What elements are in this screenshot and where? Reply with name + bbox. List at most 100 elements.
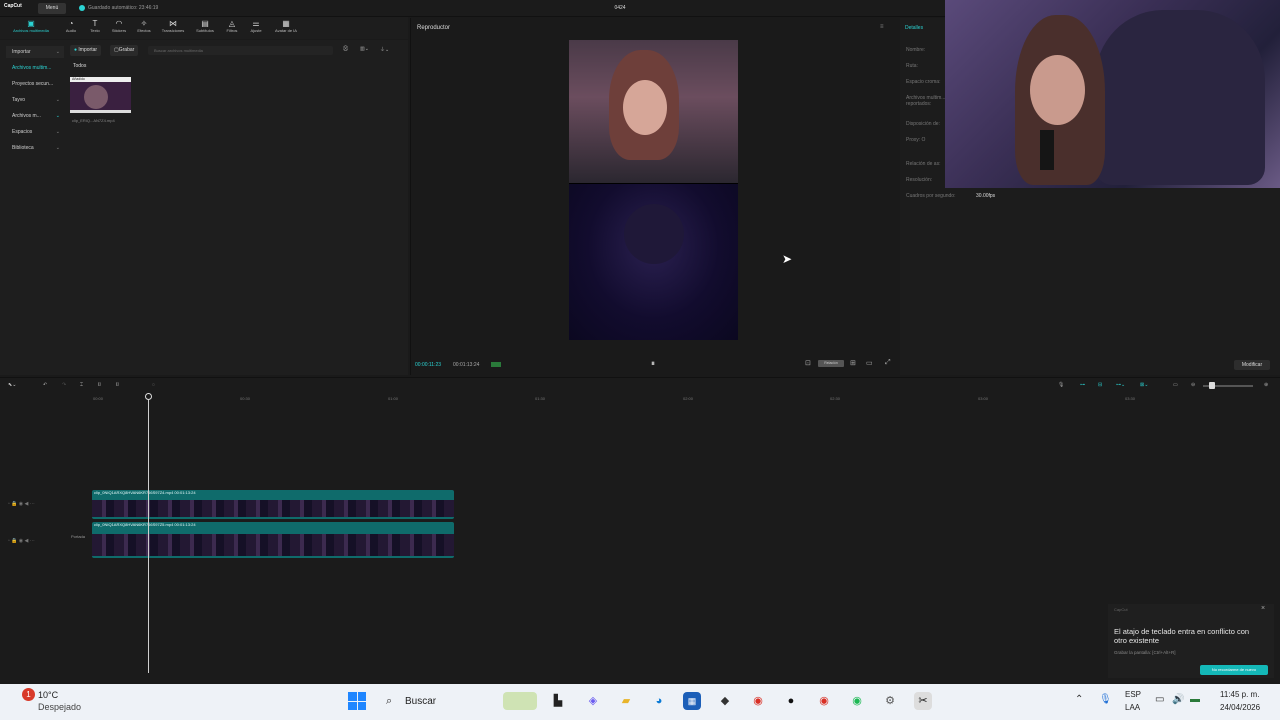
clock-time[interactable]: 11:45 p. m. bbox=[1220, 690, 1259, 699]
chevron-up-icon[interactable]: ⌃ bbox=[1075, 694, 1083, 705]
import-button[interactable]: ● Importar bbox=[70, 45, 102, 56]
sort-icon[interactable]: ⛒ bbox=[343, 46, 348, 52]
ruler-tick: 02:00 bbox=[683, 396, 694, 401]
avatar-icon: ▦ bbox=[282, 19, 290, 28]
marker-icon[interactable]: ◌ bbox=[152, 382, 155, 388]
spotify-icon[interactable]: ◉ bbox=[848, 692, 866, 710]
text-icon: T bbox=[92, 19, 98, 28]
taskbar-search[interactable]: Buscar bbox=[405, 696, 436, 707]
playhead[interactable] bbox=[148, 393, 149, 673]
clock-date[interactable]: 24/04/2026 bbox=[1220, 703, 1260, 712]
settings-icon[interactable]: ⚙ bbox=[881, 692, 899, 710]
select-tool-icon[interactable]: ⬉⌄ bbox=[8, 382, 16, 388]
tool-effects[interactable]: ✧ Efectos bbox=[131, 19, 157, 39]
playhead-handle[interactable] bbox=[145, 393, 152, 400]
tool-transitions[interactable]: ⋈ Transiciones bbox=[160, 19, 186, 39]
split-icon[interactable]: ⌶ bbox=[80, 382, 83, 388]
network-icon[interactable]: ▭ bbox=[1155, 694, 1164, 705]
tool-adjust[interactable]: ⚌ Ajuste bbox=[243, 19, 269, 39]
menu-button[interactable]: Menú bbox=[38, 3, 66, 14]
crop-icon[interactable]: ⊡ bbox=[805, 359, 811, 367]
detail-fps-label: Cuadros por segundo: bbox=[906, 193, 956, 199]
filter-icon[interactable]: ⏚⌄ bbox=[380, 46, 389, 53]
mouse-cursor-icon: ➤ bbox=[782, 252, 793, 266]
chevron-down-icon: ⌄ bbox=[55, 145, 60, 151]
cover-label[interactable]: Portada bbox=[68, 534, 88, 539]
task-view-icon[interactable]: ▙ bbox=[549, 692, 567, 710]
zoom-slider-handle[interactable] bbox=[1209, 382, 1215, 389]
copilot-icon[interactable]: ◈ bbox=[584, 692, 602, 710]
fit-timeline-icon[interactable]: ⊕ bbox=[1264, 382, 1268, 388]
tool-media[interactable]: ▣ Archivos multimedia bbox=[4, 19, 58, 39]
timeline-clip[interactable]: clip_0NIQ1ARXQ8HVAN6KR766S97Z5.mp4 00:01… bbox=[92, 522, 454, 558]
language-layout[interactable]: LAA bbox=[1125, 703, 1140, 712]
edge-icon[interactable]: ◕ bbox=[650, 692, 668, 710]
media-search-input[interactable]: Buscar archivos multimedia bbox=[148, 46, 333, 55]
chrome-icon[interactable]: ◉ bbox=[749, 692, 767, 710]
file-explorer-icon[interactable]: ▰ bbox=[617, 692, 635, 710]
record-button[interactable]: ▢Grabar bbox=[110, 45, 139, 56]
pause-icon[interactable]: ⏸ bbox=[651, 359, 655, 369]
recorder-icon[interactable]: ● bbox=[782, 692, 800, 710]
chrome-profile-icon[interactable]: ◉ bbox=[815, 692, 833, 710]
media-thumbnail[interactable]: Añadido bbox=[70, 77, 131, 113]
trim-left-icon[interactable]: ⌷ bbox=[98, 382, 101, 388]
tool-text[interactable]: T Texto bbox=[82, 19, 108, 39]
windows-start-icon[interactable] bbox=[348, 692, 366, 710]
language-code[interactable]: ESP bbox=[1125, 690, 1141, 699]
tool-filters[interactable]: ◬ Filtros bbox=[219, 19, 245, 39]
tool-subtitles[interactable]: ▤ Subtítulos bbox=[192, 19, 218, 39]
snap-icon[interactable]: ⊶⌄ bbox=[1116, 382, 1125, 388]
transitions-icon: ⋈ bbox=[169, 19, 177, 28]
filters-icon: ◬ bbox=[228, 19, 236, 28]
microphone-tray-icon[interactable]: 🎙 bbox=[1099, 694, 1112, 705]
store-icon[interactable]: ▦ bbox=[683, 692, 701, 710]
player-title: Reproductor bbox=[417, 25, 451, 31]
weather-desc[interactable]: Despejado bbox=[38, 702, 81, 712]
trim-right-icon[interactable]: ⌷ bbox=[116, 382, 119, 388]
sidebar-item-tayvo[interactable]: Tayvo ⌄ bbox=[6, 94, 64, 106]
redo-icon[interactable]: ↷ bbox=[62, 382, 66, 388]
obs-icon[interactable]: ◆ bbox=[716, 692, 734, 710]
fit-icon[interactable]: ⊞ bbox=[850, 359, 856, 367]
zoom-out-icon[interactable]: ⊖ bbox=[1191, 382, 1195, 388]
track2-controls-icon[interactable]: ▫ 🔒 ◉ ◀ ⋯ bbox=[8, 538, 35, 544]
sidebar-item-media-files[interactable]: Archivos m... ⌄ bbox=[6, 110, 64, 122]
fullscreen-icon[interactable]: ⤢ bbox=[885, 359, 891, 367]
quality-icon[interactable]: ▭ bbox=[866, 359, 873, 367]
tool-audio[interactable]: ◔ Audio bbox=[58, 19, 84, 39]
capcut-icon[interactable]: ✂ bbox=[914, 692, 932, 710]
dont-remind-button[interactable]: No recordarme de nuevo bbox=[1200, 665, 1268, 675]
sidebar-item-secondary-projects[interactable]: Proyectos secun... bbox=[6, 78, 64, 90]
magnet-icon[interactable]: ⊟ bbox=[1098, 382, 1102, 388]
search-highlight-icon[interactable] bbox=[503, 692, 537, 710]
sidebar-item-media[interactable]: Archivos multim... bbox=[6, 62, 64, 74]
link-icon[interactable]: ⊶ bbox=[1080, 382, 1085, 388]
close-icon[interactable]: × bbox=[1261, 605, 1265, 612]
volume-icon[interactable]: 🔊 bbox=[1172, 694, 1184, 705]
weather-temp[interactable]: 10°C bbox=[38, 690, 58, 700]
player-menu-icon[interactable]: ≡ bbox=[880, 24, 884, 30]
sidebar-item-spaces[interactable]: Espacios ⌄ bbox=[6, 126, 64, 138]
track1-controls-icon[interactable]: ▫ 🔒 ◉ ◀ ⋯ bbox=[8, 501, 35, 507]
modify-button[interactable]: Modificar bbox=[1234, 360, 1270, 370]
sidebar-item-import[interactable]: Importar ⌄ bbox=[6, 46, 64, 58]
ruler-tick: 00:30 bbox=[240, 396, 251, 401]
stickers-icon: ◠ bbox=[115, 19, 123, 28]
undo-icon[interactable]: ↶ bbox=[43, 382, 47, 388]
preview-axis-icon[interactable]: ⊠⌄ bbox=[1140, 382, 1148, 388]
ruler-tick: 01:00 bbox=[388, 396, 399, 401]
tool-stickers[interactable]: ◠ Stickers bbox=[106, 19, 132, 39]
view-icon[interactable]: ▥⌄ bbox=[360, 46, 369, 52]
battery-icon[interactable]: ▬ bbox=[1190, 694, 1200, 705]
caption-icon[interactable]: ▭ bbox=[1173, 382, 1178, 388]
audio-icon: ◔ bbox=[68, 19, 74, 28]
ratio-button[interactable]: Relación bbox=[818, 360, 844, 367]
microphone-icon[interactable]: 🎙 bbox=[1058, 382, 1064, 388]
detail-chroma: Espacio croma: bbox=[906, 79, 941, 85]
timeline-clip[interactable]: clip_0NIQ1ARXQ8HVAN6KR766S97Z4.mp4 00:01… bbox=[92, 490, 454, 519]
sidebar-item-library[interactable]: Biblioteca ⌄ bbox=[6, 142, 64, 154]
tool-ai-avatar[interactable]: ▦ Avatar de IA bbox=[270, 19, 302, 39]
ruler-tick: 00:00 bbox=[93, 396, 104, 401]
details-title: Detalles bbox=[905, 25, 924, 31]
